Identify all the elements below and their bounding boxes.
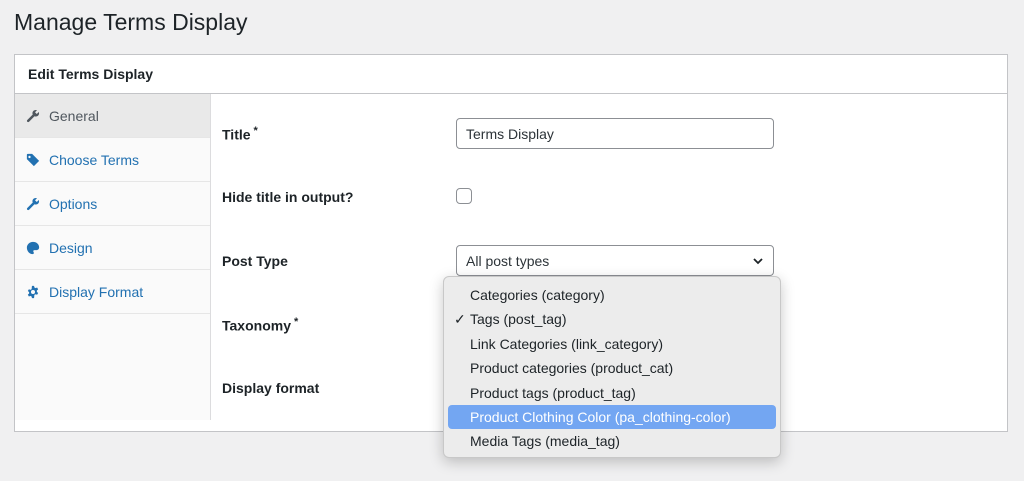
sidebar-item-design[interactable]: Design [15,226,210,270]
panel-title: Edit Terms Display [15,55,1007,94]
tag-icon [26,153,40,167]
palette-icon [26,241,40,255]
dropdown-option[interactable]: Media Tags (media_tag) [448,429,776,453]
dropdown-option-checked[interactable]: ✓ Tags (post_tag) [448,307,776,331]
required-mark: * [253,125,258,137]
taxonomy-label: Taxonomy * [222,316,299,334]
post-type-select[interactable]: All post types [456,245,774,276]
sidebar-item-label: Choose Terms [49,151,140,168]
required-mark: * [293,316,299,328]
post-type-label: Post Type [222,253,288,269]
post-type-value: All post types [466,252,550,269]
display-format-label: Display format [222,380,320,396]
wrench-icon [26,109,40,123]
checkmark-icon: ✓ [454,311,466,328]
dropdown-option[interactable]: Categories (category) [448,283,776,307]
sidebar-item-choose-terms[interactable]: Choose Terms [15,138,210,182]
hide-title-label: Hide title in output? [222,189,354,205]
sidebar-item-label: Options [49,195,98,212]
dropdown-option[interactable]: Product categories (product_cat) [448,356,776,380]
chevron-down-icon [753,258,763,265]
sidebar-item-display-format[interactable]: Display Format [15,270,210,314]
sidebar-item-general[interactable]: General [15,94,210,138]
sidebar-item-options[interactable]: Options [15,182,210,226]
gear-icon [26,285,40,299]
sidebar-item-label: Design [49,239,93,256]
taxonomy-dropdown-menu: Categories (category) ✓ Tags (post_tag) L… [443,276,781,458]
dropdown-option-highlighted[interactable]: Product Clothing Color (pa_clothing-colo… [448,404,776,430]
wrench-icon [26,197,40,211]
dropdown-option[interactable]: Product tags (product_tag) [448,381,776,405]
settings-sidebar: General Choose Terms Options Design Disp… [15,94,211,420]
title-label: Title * [222,125,258,143]
page-title: Manage Terms Display [14,9,248,35]
hide-title-checkbox[interactable] [456,188,472,204]
sidebar-item-label: General [49,107,99,124]
dropdown-option[interactable]: Link Categories (link_category) [448,332,776,356]
title-input[interactable] [456,118,774,149]
sidebar-item-label: Display Format [49,283,144,300]
